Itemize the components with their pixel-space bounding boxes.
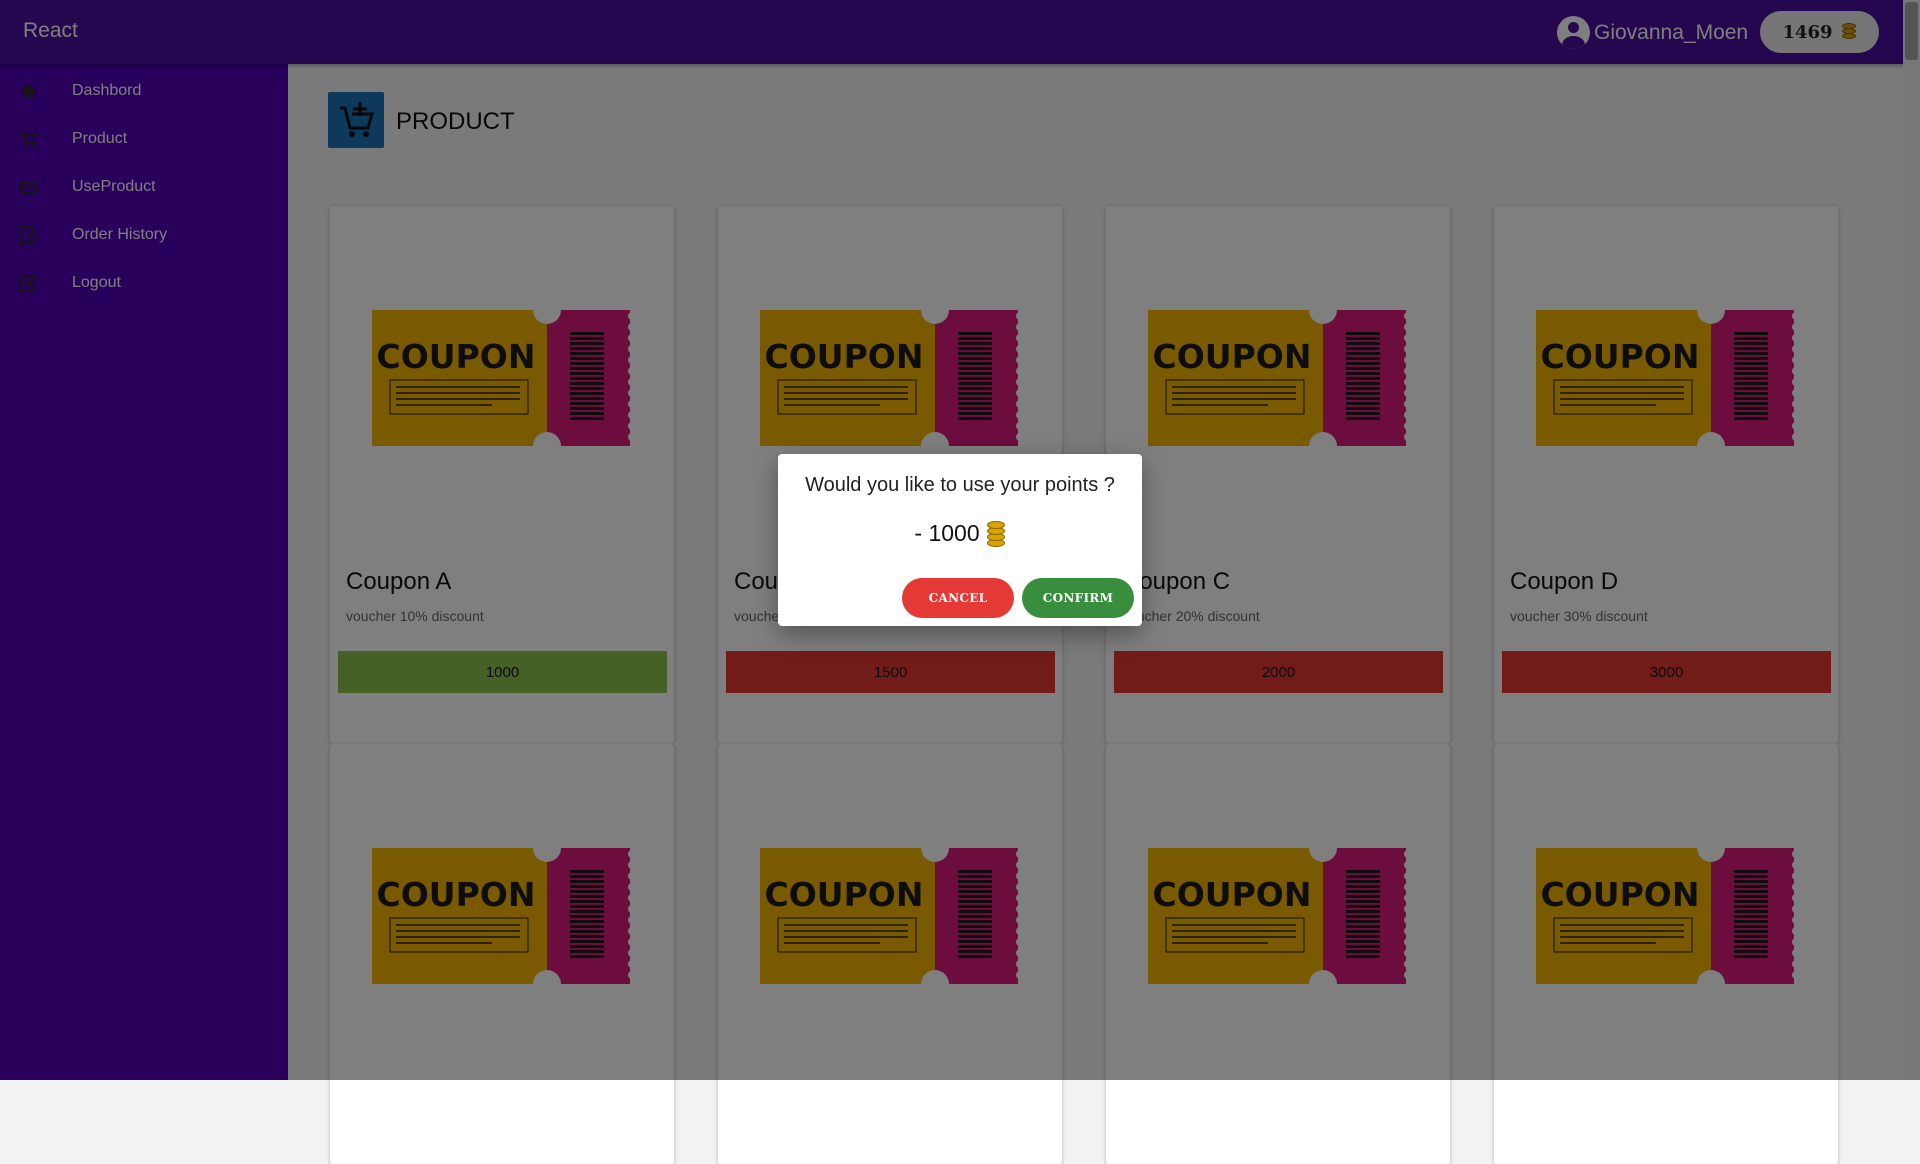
points-cost-value: - 1000 (914, 520, 980, 546)
points-cost: - 1000 (778, 520, 1142, 547)
confirm-button[interactable]: CONFIRM (1022, 578, 1134, 618)
dialog-question: Would you like to use your points ? (805, 474, 1115, 496)
cancel-button[interactable]: CANCEL (902, 578, 1014, 618)
confirm-points-dialog: Would you like to use your points ? - 10… (778, 454, 1142, 626)
coins-icon (986, 520, 1006, 547)
